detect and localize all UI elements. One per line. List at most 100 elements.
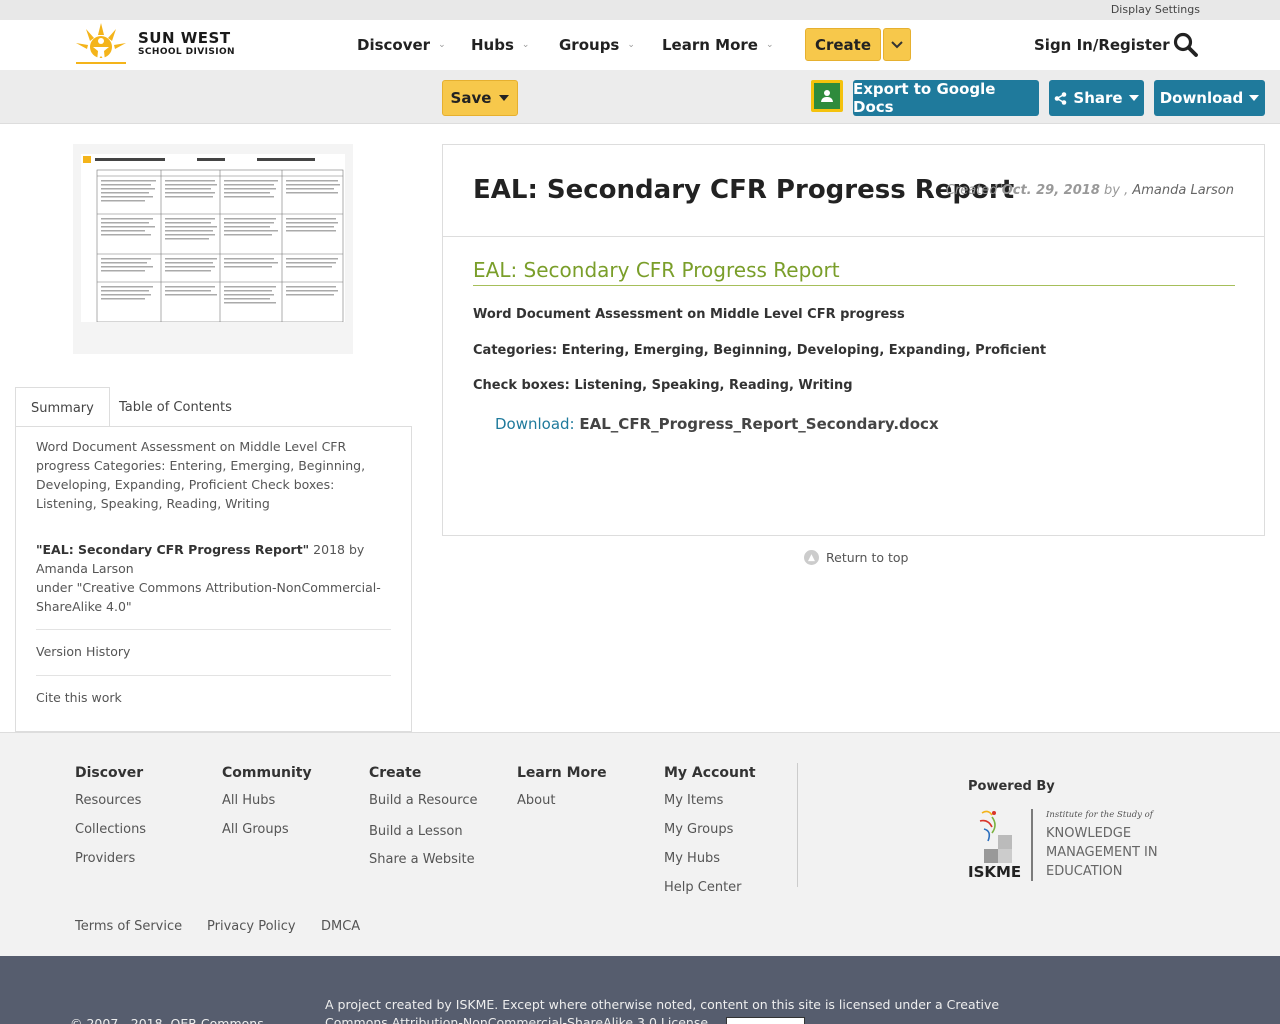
author-link[interactable]: Amanda Larson bbox=[1132, 183, 1234, 198]
download-label: Download bbox=[1159, 89, 1244, 107]
tab-table-of-contents[interactable]: Table of Contents bbox=[104, 387, 247, 427]
iskme-line3-text: EDUCATION bbox=[1046, 864, 1122, 879]
share-label: Share bbox=[1073, 89, 1123, 107]
create-button[interactable]: Create bbox=[805, 28, 881, 61]
download-link[interactable]: Download: EAL_CFR_Progress_Report_Second… bbox=[495, 415, 939, 433]
document-preview-image bbox=[81, 154, 345, 323]
export-google-docs-button[interactable]: Export to Google Docs bbox=[853, 80, 1039, 116]
caret-down-icon bbox=[1128, 95, 1139, 101]
page-title: EAL: Secondary CFR Progress Report bbox=[473, 175, 1015, 205]
content-heading: EAL: Secondary CFR Progress Report bbox=[473, 258, 1235, 286]
utility-bar: Display Settings bbox=[0, 0, 1280, 20]
download-filename: EAL_CFR_Progress_Report_Secondary.docx bbox=[579, 415, 939, 433]
nav-groups[interactable]: Groups ⌄ bbox=[559, 36, 635, 54]
caret-down-icon bbox=[1249, 95, 1260, 101]
save-button[interactable]: Save bbox=[442, 80, 518, 116]
footer-link-build-resource[interactable]: Build a Resource bbox=[369, 793, 477, 808]
footer-create-title: Create bbox=[369, 765, 422, 781]
footer-link-my-items[interactable]: My Items bbox=[664, 793, 723, 808]
footer-privacy-link[interactable]: Privacy Policy bbox=[207, 919, 296, 934]
license-text: under "Creative Commons Attribution-NonC… bbox=[36, 580, 381, 614]
chevron-down-icon: ⌄ bbox=[765, 40, 774, 50]
nav-hubs[interactable]: Hubs ⌄ bbox=[471, 36, 529, 54]
site-footer: Discover Resources Collections Providers… bbox=[0, 732, 1280, 956]
footer-link-providers[interactable]: Providers bbox=[75, 851, 135, 866]
content-line-description: Word Document Assessment on Middle Level… bbox=[473, 307, 905, 322]
iskme-line2-text: MANAGEMENT IN bbox=[1046, 845, 1158, 860]
copyright-text: © 2007 - 2018, OER Commons bbox=[70, 1016, 264, 1024]
chevron-down-icon: ⌄ bbox=[627, 40, 635, 50]
by-label: by , bbox=[1099, 183, 1133, 198]
footer-link-all-groups[interactable]: All Groups bbox=[222, 822, 289, 837]
site-logo[interactable]: SUN WEST SCHOOL DIVISION bbox=[70, 20, 235, 68]
footer-link-my-groups[interactable]: My Groups bbox=[664, 822, 733, 837]
share-button[interactable]: Share bbox=[1049, 80, 1144, 116]
save-label: Save bbox=[450, 89, 492, 107]
nav-groups-label: Groups bbox=[559, 36, 620, 54]
return-to-top-link[interactable]: ▲ Return to top bbox=[804, 550, 908, 565]
attribution-title: "EAL: Secondary CFR Progress Report" bbox=[36, 542, 310, 557]
iskme-institute-text: Institute for the Study of bbox=[1045, 810, 1155, 820]
chevron-down-icon: ⌄ bbox=[438, 40, 446, 50]
footer-link-collections[interactable]: Collections bbox=[75, 822, 146, 837]
footer-dmca-link[interactable]: DMCA bbox=[321, 919, 360, 934]
resource-card: EAL: Secondary CFR Progress Report Creat… bbox=[442, 144, 1265, 536]
footer-link-share-website[interactable]: Share a Website bbox=[369, 852, 475, 867]
footer-divider bbox=[797, 763, 798, 887]
created-date: Oct. 29, 2018 bbox=[1001, 183, 1100, 198]
sign-in-register-link[interactable]: Sign In/Register bbox=[1034, 36, 1170, 54]
footer-terms-link[interactable]: Terms of Service bbox=[75, 919, 182, 934]
main-nav: SUN WEST SCHOOL DIVISION Discover ⌄ Hubs… bbox=[0, 20, 1280, 70]
nav-learn-more[interactable]: Learn More ⌄ bbox=[662, 36, 774, 54]
footer-link-about[interactable]: About bbox=[517, 793, 555, 808]
iskme-logo[interactable]: ISKME Institute for the Study of KNOWLED… bbox=[968, 807, 1178, 883]
powered-by-label: Powered By bbox=[968, 779, 1055, 794]
footer-community-title: Community bbox=[222, 765, 312, 781]
nav-learn-more-label: Learn More bbox=[662, 36, 758, 54]
iskme-mark-text: ISKME bbox=[968, 863, 1021, 881]
bottom-bar: © 2007 - 2018, OER Commons A project cre… bbox=[0, 956, 1280, 1024]
return-to-top-label: Return to top bbox=[826, 550, 909, 565]
iskme-line1-text: KNOWLEDGE bbox=[1046, 826, 1131, 841]
summary-text: Word Document Assessment on Middle Level… bbox=[36, 439, 366, 511]
divider bbox=[36, 629, 391, 630]
display-settings-link[interactable]: Display Settings bbox=[1111, 3, 1200, 16]
project-license-text: A project created by ISKME. Except where… bbox=[325, 996, 1065, 1024]
create-dropdown-button[interactable] bbox=[883, 28, 911, 61]
sidebar-tabs: Summary Table of Contents bbox=[15, 387, 412, 428]
attribution: "EAL: Secondary CFR Progress Report" 201… bbox=[36, 540, 386, 616]
document-thumbnail[interactable] bbox=[73, 144, 353, 354]
created-label: Created bbox=[945, 183, 1002, 198]
version-history-link[interactable]: Version History bbox=[36, 644, 130, 659]
footer-link-my-hubs[interactable]: My Hubs bbox=[664, 851, 720, 866]
footer-link-help-center[interactable]: Help Center bbox=[664, 880, 742, 895]
content-line-checkboxes: Check boxes: Listening, Speaking, Readin… bbox=[473, 378, 853, 393]
content-line-categories: Categories: Entering, Emerging, Beginnin… bbox=[473, 343, 1047, 358]
footer-link-resources[interactable]: Resources bbox=[75, 793, 141, 808]
chevron-down-icon: ⌄ bbox=[521, 40, 530, 50]
tab-summary[interactable]: Summary bbox=[15, 387, 110, 428]
caret-down-icon bbox=[499, 95, 510, 101]
download-link-label: Download: bbox=[495, 415, 580, 433]
project-license-label: A project created by ISKME. Except where… bbox=[325, 997, 1000, 1024]
nav-discover[interactable]: Discover ⌄ bbox=[357, 36, 446, 54]
cite-this-work-link[interactable]: Cite this work bbox=[36, 690, 122, 705]
created-info: Created Oct. 29, 2018 by , Amanda Larson bbox=[946, 183, 1234, 198]
chevron-down-icon bbox=[891, 40, 903, 48]
brand-sub: SCHOOL DIVISION bbox=[138, 47, 235, 57]
divider bbox=[36, 675, 391, 676]
footer-link-all-hubs[interactable]: All Hubs bbox=[222, 793, 275, 808]
footer-learn-title: Learn More bbox=[517, 765, 607, 781]
brand-name: SUN WEST bbox=[138, 29, 231, 47]
google-classroom-icon[interactable] bbox=[811, 80, 843, 112]
resource-toolbar: Save Export to Google Docs Share Downloa… bbox=[0, 70, 1280, 124]
footer-account-title: My Account bbox=[664, 765, 756, 781]
footer-link-build-lesson[interactable]: Build a Lesson bbox=[369, 824, 463, 839]
sun-logo-icon bbox=[70, 21, 132, 67]
search-icon[interactable] bbox=[1173, 32, 1199, 58]
footer-discover-title: Discover bbox=[75, 765, 144, 781]
summary-panel: Word Document Assessment on Middle Level… bbox=[15, 426, 412, 732]
download-button[interactable]: Download bbox=[1154, 80, 1265, 116]
cc-license-badge[interactable] bbox=[726, 1016, 806, 1024]
chevron-up-icon: ▲ bbox=[804, 550, 819, 565]
